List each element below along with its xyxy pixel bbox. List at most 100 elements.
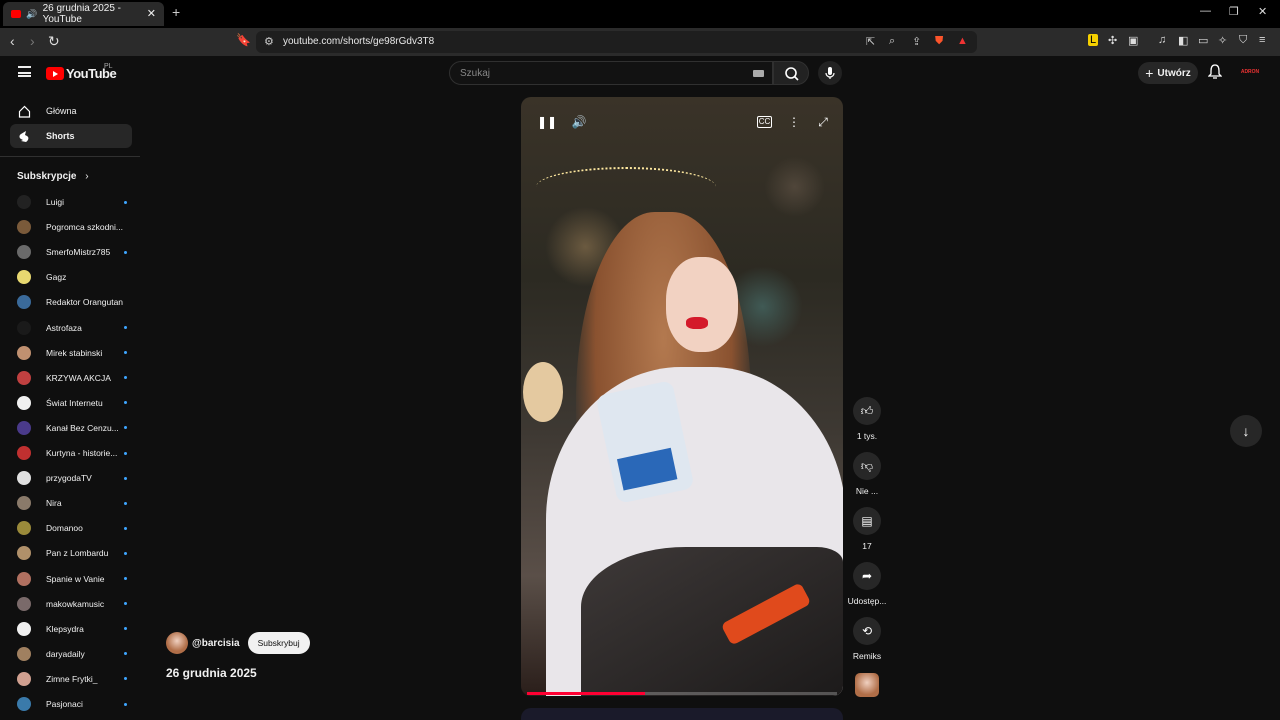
remix-icon[interactable]: ⟲ [853, 617, 881, 645]
bell-icon [1207, 64, 1223, 79]
cc-icon[interactable]: CC [757, 116, 772, 128]
extension-icon[interactable]: L [1088, 34, 1099, 46]
sidebar-subscription-item[interactable]: Kanał Bez Cenzu... [17, 418, 127, 438]
new-content-dot [124, 376, 127, 380]
thumbs-down-icon[interactable]: 👎︎ [853, 452, 881, 480]
next-short-button[interactable]: ↓ [1230, 415, 1262, 447]
thumbs-up-icon[interactable]: 👍︎ [853, 397, 881, 425]
new-content-dot [124, 250, 127, 254]
share-icon[interactable]: ➦ [853, 562, 881, 590]
subscription-name: Kanał Bez Cenzu... [46, 422, 119, 433]
subscription-name: Luigi [46, 197, 64, 207]
comments-action[interactable]: ▤ 17 [847, 507, 887, 551]
audio-playing-icon[interactable]: 🔊 [26, 9, 37, 20]
sidebar-subscription-item[interactable]: Pan z Lombardu [17, 543, 127, 563]
sidebar-subscription-item[interactable]: Astrofaza [17, 318, 127, 338]
subscription-name: Nira [46, 498, 62, 509]
zoom-icon[interactable]: ⌕ [889, 35, 895, 48]
new-content-dot [124, 602, 127, 606]
brave-rewards-icon[interactable]: ▲ [957, 35, 968, 47]
search-button[interactable] [773, 61, 809, 85]
sidebar-subscription-item[interactable]: Pogromca szkodni... [17, 217, 127, 237]
search-icon [785, 67, 799, 81]
sidebar-subscription-item[interactable]: Gagz [17, 267, 127, 287]
like-action[interactable]: 👍︎ 1 tys. [847, 397, 887, 441]
sidebar-subscription-item[interactable]: daryadaily [17, 644, 127, 664]
subscriptions-heading[interactable]: Subskrypcje › [17, 171, 89, 182]
next-short-preview[interactable] [521, 708, 843, 720]
sidebar-subscription-item[interactable]: SmerfoMistrz785 [17, 242, 127, 262]
reload-icon[interactable]: ↻ [48, 33, 60, 50]
channel-avatar-icon [17, 220, 31, 235]
comment-icon[interactable]: ▤ [853, 507, 881, 535]
create-button[interactable]: + Utwórz [1138, 62, 1198, 84]
sidebar-subscription-item[interactable]: makowkamusic [17, 594, 127, 614]
sidebar-subscription-item[interactable]: Spanie w Vanie [17, 569, 127, 589]
site-settings-icon[interactable]: ⚙ [264, 35, 274, 48]
sidebar-subscription-item[interactable]: Pasjonaci [17, 694, 127, 714]
share-action[interactable]: ➦ Udostęp... [847, 562, 887, 606]
bookmark-icon[interactable]: 🔖 [236, 33, 251, 47]
sidebar-subscription-item[interactable]: Klepsydra [17, 619, 127, 639]
subscribe-button[interactable]: Subskrybuj [247, 632, 310, 654]
leo-ai-icon[interactable]: ✧ [1218, 34, 1227, 47]
subscription-name: Domanoo [46, 523, 83, 534]
channel-avatar[interactable] [166, 632, 188, 654]
sidebar-toggle-icon[interactable]: ◧ [1178, 34, 1188, 47]
channel-name[interactable]: @barcisia [192, 638, 240, 649]
sidebar-item-shorts[interactable]: Shorts [10, 124, 132, 148]
subscription-name: Mirek stabinski [46, 347, 103, 358]
more-vert-icon[interactable]: ⋮ [785, 113, 803, 131]
subscription-name: daryadaily [46, 648, 85, 659]
minimize-icon[interactable]: — [1200, 5, 1211, 17]
back-icon[interactable]: ‹ [10, 33, 15, 49]
share-page-icon[interactable]: ⇪ [912, 35, 921, 48]
restore-icon[interactable]: ❐ [1229, 5, 1239, 18]
menu-icon[interactable]: ≡ [1259, 34, 1265, 46]
sidebar-item-home[interactable]: Główna [10, 99, 132, 123]
browser-tab[interactable]: 🔊 26 grudnia 2025 - YouTube ✕ [3, 2, 164, 26]
sidebar-subscription-item[interactable]: Zimne Frytki_ [17, 669, 127, 689]
short-title[interactable]: 26 grudnia 2025 [166, 666, 257, 680]
keyboard-icon[interactable] [753, 70, 764, 77]
fullscreen-icon[interactable]: ⤢ [814, 113, 832, 131]
new-tab-button[interactable]: + [172, 4, 180, 20]
sidebar-subscription-item[interactable]: Luigi [17, 192, 127, 212]
url-text[interactable]: youtube.com/shorts/ge98rGdv3T8 [283, 36, 434, 47]
shorts-icon [19, 130, 29, 142]
youtube-logo-icon[interactable] [46, 67, 64, 80]
sidebar-subscription-item[interactable]: Świat Internetu [17, 393, 127, 413]
dislike-action[interactable]: 👎︎ Nie ... [847, 452, 887, 496]
remix-action[interactable]: ⟲ Remiks [847, 617, 887, 661]
chevron-right-icon: › [85, 171, 89, 182]
search-input[interactable]: Szukaj [449, 61, 773, 85]
account-avatar[interactable]: ADRON [1239, 64, 1261, 80]
sidebar-subscription-item[interactable]: Nira [17, 493, 127, 513]
volume-icon[interactable]: 🔊 [570, 113, 588, 131]
video-progress-bar[interactable] [527, 692, 837, 695]
tab-close-icon[interactable]: ✕ [147, 7, 156, 20]
media-icon[interactable]: ♫ [1158, 34, 1166, 46]
sidebar-subscription-item[interactable]: Mirek stabinski [17, 343, 127, 363]
brave-shields-icon[interactable]: ⛊ [935, 35, 943, 48]
notifications-button[interactable] [1207, 64, 1223, 85]
sidebar-subscription-item[interactable]: Redaktor Orangutan [17, 292, 127, 312]
shorts-video-player[interactable]: ❚❚ 🔊 CC ⋮ ⤢ [521, 97, 843, 696]
open-external-icon[interactable]: ⇱ [866, 35, 875, 48]
address-bar[interactable]: ⚙ youtube.com/shorts/ge98rGdv3T8 ⇱ ⌕ ⇪ ⛊… [256, 31, 977, 53]
sidebar-subscription-item[interactable]: KRZYWA AKCJA [17, 368, 127, 388]
sidebar-subscription-item[interactable]: przygodaTV [17, 468, 127, 488]
sidebar-subscription-item[interactable]: Domanoo [17, 518, 127, 538]
window-close-icon[interactable]: ✕ [1258, 5, 1267, 18]
wallet-icon[interactable]: ▭ [1198, 34, 1208, 47]
puzzle-extensions-icon[interactable]: ✣ [1108, 34, 1117, 47]
forward-icon[interactable]: › [30, 33, 35, 49]
hamburger-menu-icon[interactable] [18, 66, 31, 77]
like-count: 1 tys. [856, 431, 878, 441]
voice-search-button[interactable] [818, 61, 842, 85]
pause-icon[interactable]: ❚❚ [537, 113, 557, 131]
vpn-icon[interactable]: ⛉ [1239, 34, 1247, 47]
screenshot-icon[interactable]: ▣ [1128, 34, 1138, 47]
sidebar-subscription-item[interactable]: Kurtyna - historie... [17, 443, 127, 463]
channel-sound-thumbnail[interactable] [855, 673, 879, 697]
